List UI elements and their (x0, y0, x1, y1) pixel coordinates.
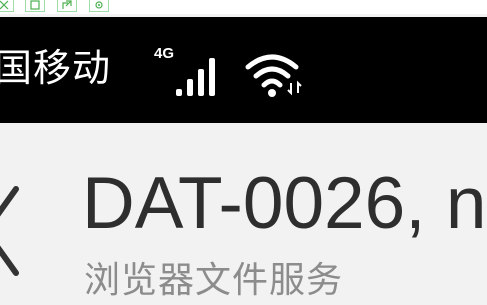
save-icon[interactable] (25, 0, 45, 12)
wifi-icon (245, 54, 302, 97)
carrier-name: 国移动 (0, 46, 112, 90)
network-type-label: 4G (154, 45, 175, 62)
page-title: DAT-0026, n (82, 163, 487, 244)
app-header: DAT-0026, n 浏览器文件服务 (0, 123, 487, 304)
back-chevron-icon[interactable] (0, 181, 22, 281)
share-icon[interactable] (57, 0, 77, 12)
status-bar: 国移动 4G (0, 17, 487, 123)
expand-icon[interactable] (0, 0, 14, 12)
cellular-signal-icon (176, 58, 215, 96)
settings-icon[interactable] (89, 0, 109, 12)
mini-toolbar (0, 0, 487, 14)
page-subtitle: 浏览器文件服务 (84, 260, 344, 301)
